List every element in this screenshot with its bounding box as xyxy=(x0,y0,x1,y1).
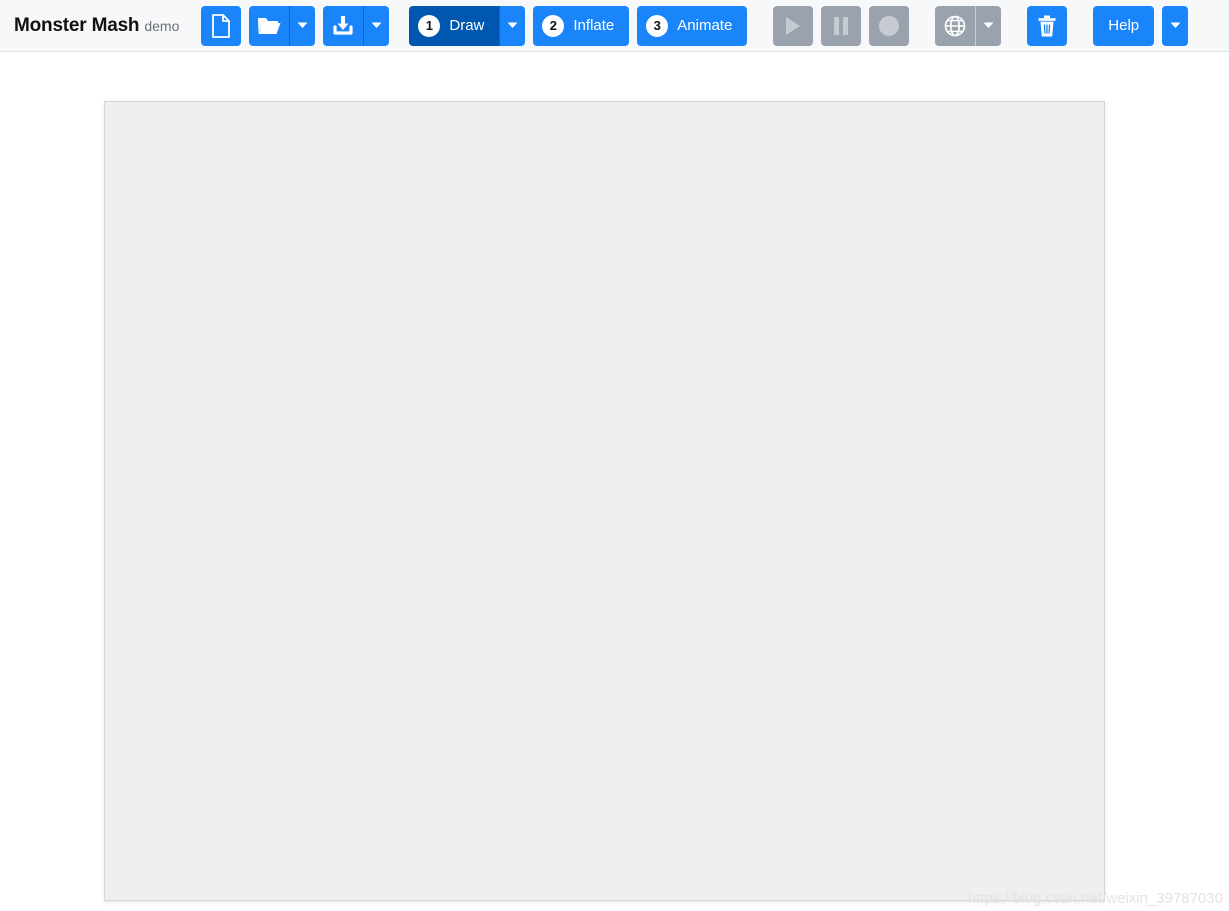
help-dropdown[interactable] xyxy=(1162,5,1189,46)
step-number-badge: 2 xyxy=(542,14,565,37)
top-toolbar: Monster Mash demo 1 Draw 2 Inflate 3 Ani… xyxy=(0,0,1229,52)
draw-step-group: 1 Draw xyxy=(409,5,526,46)
record-icon xyxy=(878,15,900,37)
step-number-badge: 1 xyxy=(418,14,441,37)
delete-button[interactable] xyxy=(1027,5,1068,46)
playback-group xyxy=(773,5,910,46)
play-button[interactable] xyxy=(773,5,814,46)
save-file-group xyxy=(323,5,390,46)
drawing-canvas[interactable] xyxy=(104,101,1105,901)
delete-group xyxy=(1027,5,1068,46)
chevron-down-icon xyxy=(983,22,994,29)
help-button[interactable]: Help xyxy=(1093,5,1155,46)
chevron-down-icon xyxy=(297,22,308,29)
globe-dropdown[interactable] xyxy=(975,5,1002,46)
globe-pair xyxy=(935,5,1002,46)
chevron-down-icon xyxy=(1170,22,1181,29)
app-title: Monster Mash xyxy=(14,14,140,36)
file-group xyxy=(201,5,390,46)
app-subtitle: demo xyxy=(144,17,180,34)
step-label: Inflate xyxy=(573,17,615,34)
save-file-dropdown[interactable] xyxy=(363,5,390,46)
globe-button[interactable] xyxy=(935,5,976,46)
save-file-button[interactable] xyxy=(323,5,364,46)
pause-button[interactable] xyxy=(821,5,862,46)
document-icon xyxy=(211,13,231,38)
draw-step-dropdown[interactable] xyxy=(499,5,526,46)
play-icon xyxy=(784,16,802,36)
canvas-area xyxy=(104,101,1105,901)
folder-open-icon xyxy=(257,15,281,37)
open-file-dropdown[interactable] xyxy=(289,5,316,46)
globe-icon xyxy=(943,14,967,38)
chevron-down-icon xyxy=(371,22,382,29)
step-button-animate[interactable]: 3 Animate xyxy=(637,5,748,46)
step-button-draw[interactable]: 1 Draw xyxy=(409,5,500,46)
new-file-button[interactable] xyxy=(201,5,242,46)
toolbar-button-groups: 1 Draw 2 Inflate 3 Animate Help xyxy=(201,5,1189,46)
step-label: Draw xyxy=(449,17,485,34)
open-file-group xyxy=(249,5,316,46)
record-button[interactable] xyxy=(869,5,910,46)
globe-group xyxy=(935,5,1002,46)
trash-icon xyxy=(1037,14,1057,38)
app-title-block: Monster Mash demo xyxy=(14,15,179,37)
step-label: Animate xyxy=(677,17,733,34)
chevron-down-icon xyxy=(507,22,518,29)
step-group: 1 Draw 2 Inflate 3 Animate xyxy=(409,5,748,46)
download-icon xyxy=(331,14,355,38)
help-group: Help xyxy=(1093,5,1189,46)
open-file-button[interactable] xyxy=(249,5,290,46)
step-number-badge: 3 xyxy=(646,14,669,37)
pause-icon xyxy=(833,16,849,36)
step-button-inflate[interactable]: 2 Inflate xyxy=(533,5,630,46)
